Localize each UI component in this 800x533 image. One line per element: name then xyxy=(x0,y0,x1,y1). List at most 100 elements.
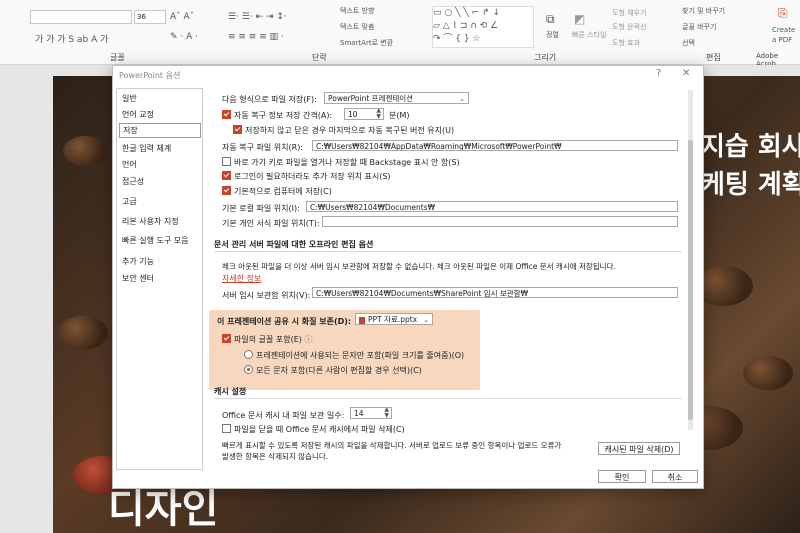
spinner-icon[interactable]: ▲ ▼ xyxy=(376,108,381,120)
create-pdf-line1[interactable]: Create xyxy=(772,26,795,34)
delete-on-close-label: 파일을 닫을 때 Office 문서 캐시에서 파일 삭제(C) xyxy=(234,425,405,434)
pptx-file-icon xyxy=(359,316,365,324)
autorecover-location-label: 자동 복구 파일 위치(R): xyxy=(222,143,304,152)
shape-effects-button[interactable]: 도형 효과 xyxy=(612,38,640,48)
signin-row: 로그인이 필요하더라도 추가 저장 위치 표시(S) xyxy=(222,171,391,182)
offline-desc: 체크 아웃된 파일을 더 이상 서버 임시 보관함에 저장할 수 없습니다. 체… xyxy=(222,262,616,271)
spinner-icon[interactable]: ▲ ▼ xyxy=(384,407,389,419)
embed-fonts-label: 파일의 글꼴 포함(E) xyxy=(234,335,302,344)
cache-section-header: 캐시 설정 xyxy=(214,387,247,396)
default-pc-row: 기본적으로 컴퓨터에 저장(C) xyxy=(222,186,332,197)
local-location-input[interactable]: C:₩Users₩82104₩Documents₩ xyxy=(306,201,678,212)
options-nav: 일반 언어 교정 저장 한글 입력 체계 언어 접근성 고급 리본 사용자 지정… xyxy=(116,88,203,470)
default-pc-checkbox[interactable] xyxy=(222,186,231,195)
nav-item-korean-ime[interactable]: 한글 입력 체계 xyxy=(122,143,171,154)
cache-desc-line1: 빠르게 표시할 수 있도록 저장된 캐시의 파일을 삭제합니다. 서버로 업로드… xyxy=(222,441,562,450)
cancel-button[interactable]: 취소 xyxy=(652,470,698,483)
font-size-box[interactable]: 36 xyxy=(134,10,166,24)
embed-used-chars-row: 프레젠테이션에 사용되는 문자만 포함(파일 크기를 줄여줌)(O) xyxy=(244,350,464,361)
font-format-icons[interactable]: 가 가 가 S ab A 가 xyxy=(35,32,108,45)
ribbon: 36 Aˆ Aˇ 가 가 가 S ab A 가 ✎ · A · 글꼴 ☰· ☰·… xyxy=(0,0,800,68)
nav-item-customize-ribbon[interactable]: 리본 사용자 지정 xyxy=(122,216,179,227)
coffee-bean-image xyxy=(743,356,793,390)
pdf-icon[interactable]: ⎘ xyxy=(778,6,788,21)
arrange-icon[interactable]: ⧉ xyxy=(546,12,555,27)
fidelity-section-header: 이 프레젠테이션 공유 시 화질 보존(D): xyxy=(217,317,352,326)
autorecover-checkbox[interactable] xyxy=(222,110,231,119)
ok-button[interactable]: 확인 xyxy=(598,470,646,483)
ribbon-group-font: 글꼴 xyxy=(110,53,125,62)
text-align-button[interactable]: 텍스트 맞춤 xyxy=(340,22,374,32)
select-button[interactable]: 선택 xyxy=(682,38,695,48)
slide-title-line2: 케팅 계획 xyxy=(701,170,800,200)
font-color-icon[interactable]: ✎ · A · xyxy=(170,32,198,42)
ribbon-group-paragraph: 단락 xyxy=(312,53,327,62)
coffee-bean-image xyxy=(63,136,108,166)
save-format-value: PowerPoint 프레젠테이션 xyxy=(328,94,414,103)
quick-styles-icon[interactable]: ◩ xyxy=(574,12,585,26)
drafts-location-input[interactable]: C:₩Users₩82104₩Documents₩SharePoint 임시 보… xyxy=(312,287,678,298)
embed-fonts-row: 파일의 글꼴 포함(E) ⓘ xyxy=(222,334,312,345)
shape-fill-button[interactable]: 도형 채우기 xyxy=(612,8,646,18)
more-info-link[interactable]: 자세한 정보 xyxy=(222,273,261,284)
help-button[interactable]: ? xyxy=(656,68,661,79)
nav-item-proofing[interactable]: 언어 교정 xyxy=(122,109,154,120)
embed-all-chars-label: 모든 문자 포함(다른 사람이 편집할 경우 선택)(C) xyxy=(256,366,422,375)
chevron-down-icon: ⌄ xyxy=(459,95,465,103)
keep-last-checkbox[interactable] xyxy=(233,125,242,134)
chevron-down-icon: ⌄ xyxy=(423,316,429,324)
nav-item-quick-access[interactable]: 빠른 실행 도구 모음 xyxy=(122,235,189,246)
autorecover-location-input[interactable]: C:₩Users₩82104₩AppData₩Roaming₩Microsoft… xyxy=(312,140,678,151)
divider xyxy=(214,398,682,399)
font-name-box[interactable] xyxy=(30,10,132,24)
delete-on-close-row: 파일을 닫을 때 Office 문서 캐시에서 파일 삭제(C) xyxy=(222,424,405,435)
delete-on-close-checkbox[interactable] xyxy=(222,424,231,433)
nav-item-language[interactable]: 언어 xyxy=(122,159,137,170)
slide-title-line1: 지습 회사 xyxy=(701,132,800,162)
info-icon[interactable]: ⓘ xyxy=(304,335,312,344)
embed-all-chars-row: 모든 문자 포함(다른 사람이 편집할 경우 선택)(C) xyxy=(244,365,422,376)
smartart-button[interactable]: SmartArt로 변환 xyxy=(340,38,393,48)
embed-used-chars-radio[interactable] xyxy=(244,350,253,359)
shape-outline-button[interactable]: 도형 윤곽선 xyxy=(612,22,646,32)
cache-desc-line2: 발생한 항목은 삭제되지 않습니다. xyxy=(222,452,329,461)
backstage-label: 바로 가기 키로 파일을 열거나 저장할 때 Backstage 표시 안 함(… xyxy=(234,158,460,167)
nav-item-save[interactable]: 저장 xyxy=(119,123,201,138)
grow-font-icon[interactable]: Aˆ Aˇ xyxy=(170,12,194,22)
embed-all-chars-radio[interactable] xyxy=(244,365,253,374)
nav-item-addins[interactable]: 추가 기능 xyxy=(122,256,154,267)
signin-checkbox[interactable] xyxy=(222,171,231,180)
embed-used-chars-label: 프레젠테이션에 사용되는 문자만 포함(파일 크기를 줄여줌)(O) xyxy=(256,351,465,360)
list-icons[interactable]: ☰· ☰· ⇤ ⇥ ↕· xyxy=(228,12,287,22)
save-format-label: 다음 형식으로 파일 저장(F): xyxy=(222,95,317,104)
backstage-row: 바로 가기 키로 파일을 열거나 저장할 때 Backstage 표시 안 함(… xyxy=(222,157,460,168)
ribbon-group-editing: 편집 xyxy=(706,53,721,62)
divider xyxy=(214,251,682,252)
nav-item-general[interactable]: 일반 xyxy=(122,93,137,104)
delete-cached-files-button[interactable]: 캐시된 파일 삭제(D) xyxy=(598,442,680,455)
arrange-button[interactable]: 정렬 xyxy=(546,30,559,40)
replace-fonts-button[interactable]: 글꼴 바꾸기 xyxy=(682,22,716,32)
nav-item-trust-center[interactable]: 보안 센터 xyxy=(122,273,154,284)
embed-fonts-checkbox[interactable] xyxy=(222,334,231,343)
nav-item-accessibility[interactable]: 접근성 xyxy=(122,176,144,187)
save-format-select[interactable]: PowerPoint 프레젠테이션 ⌄ xyxy=(324,92,469,104)
keep-last-label: 저장하지 않고 닫은 경우 마지막으로 자동 복구된 버전 유지(U) xyxy=(245,126,455,135)
presentation-select[interactable]: PPT 자료.pptx ⌄ xyxy=(355,313,433,325)
autorecover-label: 자동 복구 정보 저장 간격(A): xyxy=(234,111,333,120)
dialog-title: PowerPoint 옵션 xyxy=(119,71,181,80)
create-pdf-line2[interactable]: a PDF xyxy=(772,36,792,44)
text-direction-button[interactable]: 텍스트 방향 xyxy=(340,6,374,16)
quick-styles-button[interactable]: 빠른 스타일 xyxy=(572,30,606,40)
nav-item-advanced[interactable]: 고급 xyxy=(122,196,137,207)
backstage-checkbox[interactable] xyxy=(222,157,231,166)
cache-days-stepper[interactable]: 14 ▲ ▼ xyxy=(350,407,392,419)
autorecover-minutes-stepper[interactable]: 10 ▲ ▼ xyxy=(344,108,384,120)
find-replace-button[interactable]: 찾기 및 바꾸기 xyxy=(682,6,725,16)
close-button[interactable]: ✕ xyxy=(682,68,690,79)
scrollbar-thumb[interactable] xyxy=(688,140,693,420)
shapes-gallery[interactable]: ▭ ○ ╲ ╲ ⌐ ↱ ↓ ▱ △ ⌇ ⊐ ∩ ⟲ ∠ ↷ ⌒ { } ☆ xyxy=(432,6,534,48)
default-pc-label: 기본적으로 컴퓨터에 저장(C) xyxy=(234,187,332,196)
align-icons[interactable]: ≡ ≡ ≡ ≡ ▥ · xyxy=(228,32,284,42)
template-location-input[interactable] xyxy=(322,216,678,227)
